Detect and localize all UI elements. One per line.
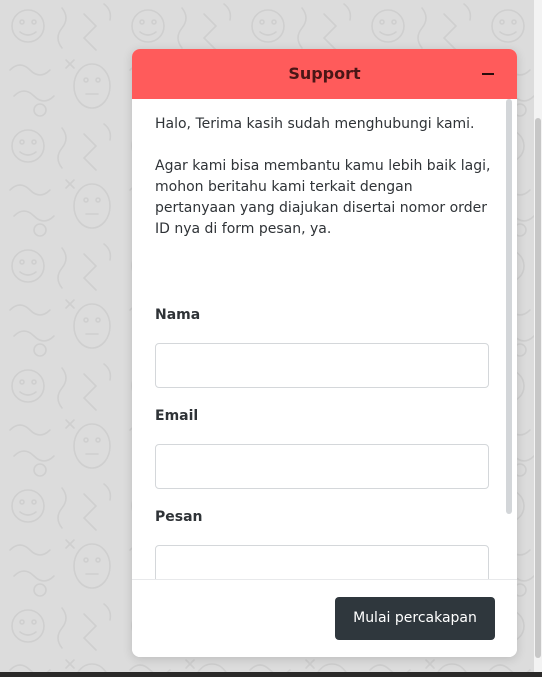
name-input[interactable]	[155, 343, 489, 388]
widget-header: Support	[132, 49, 517, 99]
support-chat-widget: Support Halo, Terima kasih sudah menghub…	[132, 49, 517, 657]
minimize-button[interactable]	[475, 61, 501, 87]
email-input[interactable]	[155, 444, 489, 489]
start-conversation-button[interactable]: Mulai percakapan	[335, 597, 495, 640]
intro-text: Halo, Terima kasih sudah menghubungi kam…	[155, 114, 495, 240]
widget-body: Halo, Terima kasih sudah menghubungi kam…	[132, 99, 517, 579]
message-label: Pesan	[155, 509, 203, 525]
name-label: Nama	[155, 307, 201, 323]
widget-body-scrollbar[interactable]	[506, 99, 512, 514]
message-textarea[interactable]	[155, 545, 489, 579]
greeting-text: Halo, Terima kasih sudah menghubungi kam…	[155, 116, 475, 132]
page-bottom-strip	[0, 672, 542, 677]
instructions-text: Agar kami bisa membantu kamu lebih baik …	[155, 158, 491, 237]
email-label: Email	[155, 408, 199, 424]
widget-title: Support	[288, 64, 361, 83]
page-scrollbar-thumb[interactable]	[535, 118, 541, 658]
minus-icon	[482, 73, 494, 75]
widget-footer: Mulai percakapan	[132, 579, 517, 657]
page-scrollbar[interactable]	[534, 0, 542, 672]
page: Support Halo, Terima kasih sudah menghub…	[0, 0, 542, 677]
